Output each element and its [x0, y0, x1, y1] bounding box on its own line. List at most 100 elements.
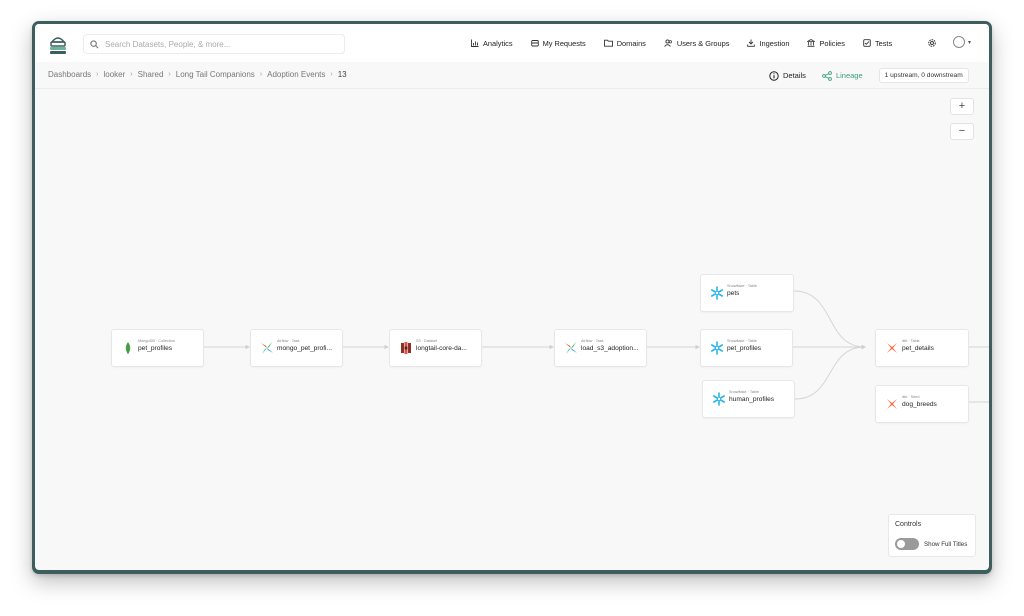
- chevron-down-icon: ▾: [968, 39, 972, 46]
- nav-domains[interactable]: Domains: [603, 38, 646, 48]
- node-name: dog_breeds: [902, 401, 937, 408]
- analytics-icon: [471, 39, 479, 47]
- node-type-label: Airflow · Task: [277, 339, 300, 343]
- snowflake-icon: [710, 286, 723, 300]
- node-type-label: Airflow · Task: [581, 339, 604, 343]
- lineage-node-dbt-dog-breeds[interactable]: dbt · Seed dog_breeds: [875, 385, 969, 423]
- toggle-knob: [897, 540, 905, 548]
- chevron-right-icon: ›: [330, 71, 333, 78]
- lineage-canvas[interactable]: MongoDB · Collection pet_profiles Airflo…: [35, 89, 989, 570]
- airflow-pinwheel-icon: [261, 342, 273, 354]
- breadcrumb-item-current: 13: [337, 70, 347, 79]
- node-name: pet_profiles: [138, 345, 173, 352]
- lineage-controls-panel: Controls Show Full Titles: [888, 514, 976, 557]
- breadcrumb-item-adoption-events[interactable]: Adoption Events: [267, 70, 325, 79]
- lineage-node-snowflake-pet-profiles[interactable]: Snowflake · Table pet_profiles: [700, 329, 793, 367]
- node-name: pet_profiles: [727, 345, 762, 352]
- lineage-node-dbt-pet-details[interactable]: dbt · Table pet_details: [875, 329, 969, 367]
- breadcrumb: Dashboards › looker › Shared › Long Tail…: [48, 70, 347, 79]
- nav-my-requests[interactable]: My Requests: [530, 38, 586, 48]
- breadcrumb-item-looker[interactable]: looker: [103, 70, 125, 79]
- node-type-label: Snowflake · Table: [727, 284, 757, 288]
- search-bar[interactable]: [83, 34, 345, 54]
- node-type-label: S3 · Dataset: [416, 339, 438, 343]
- node-type-label: Snowflake · Table: [729, 390, 759, 394]
- dbt-logo-icon: [887, 399, 897, 409]
- airflow-pinwheel-icon: [565, 342, 577, 354]
- node-type-label: MongoDB · Collection: [138, 339, 175, 343]
- nav-my-requests-label: My Requests: [542, 38, 586, 48]
- nav-tests[interactable]: Tests: [863, 39, 892, 48]
- node-name: load_s3_adoption...: [581, 345, 639, 352]
- app-window-frame: Analytics My Requests Domains Users & Gr…: [32, 21, 992, 574]
- lineage-node-s3-longtail-core[interactable]: S3 · Dataset longtail-core-da...: [389, 329, 482, 367]
- lineage-node-mongodb-pet-profiles[interactable]: MongoDB · Collection pet_profiles: [111, 329, 204, 367]
- app-screen: Analytics My Requests Domains Users & Gr…: [35, 24, 989, 570]
- aws-s3-bucket-icon: [401, 342, 411, 354]
- avatar: [953, 36, 965, 48]
- lineage-icon: [822, 70, 832, 81]
- mongodb-leaf-icon: [125, 342, 131, 354]
- edge-n5-n8: [793, 290, 866, 350]
- chevron-right-icon: ›: [259, 71, 263, 78]
- requests-icon: [530, 40, 539, 47]
- nav-ingestion-label: Ingestion: [759, 38, 790, 48]
- top-navigation: Analytics My Requests Domains Users & Gr…: [35, 24, 989, 62]
- details-tab[interactable]: Details: [769, 70, 806, 81]
- main-menu: Analytics My Requests Domains Users & Gr…: [471, 24, 910, 62]
- settings-gear-icon[interactable]: [927, 38, 937, 48]
- breadcrumb-item-shared[interactable]: Shared: [138, 70, 164, 79]
- breadcrumb-item-long-tail-companions[interactable]: Long Tail Companions: [176, 70, 255, 79]
- nav-domains-label: Domains: [616, 38, 646, 48]
- nav-users-groups-label: Users & Groups: [676, 38, 730, 48]
- lineage-tab[interactable]: Lineage: [822, 70, 863, 81]
- snowflake-icon: [710, 341, 723, 355]
- chevron-right-icon: ›: [96, 71, 99, 78]
- show-full-titles-label: Show Full Titles: [924, 541, 968, 548]
- tests-icon: [863, 39, 871, 47]
- node-name: longtail-core-da...: [416, 345, 467, 352]
- datahub-logo-icon[interactable]: [48, 33, 68, 55]
- lineage-tab-label: Lineage: [835, 71, 863, 80]
- chevron-right-icon: ›: [130, 71, 133, 78]
- upstream-downstream-count: 1 upstream, 0 downstream: [878, 68, 969, 83]
- chevron-right-icon: ›: [168, 71, 171, 78]
- folder-icon: [603, 39, 613, 47]
- node-name: mongo_pet_profi...: [277, 345, 332, 352]
- node-type-label: dbt · Seed: [902, 395, 920, 399]
- lineage-node-airflow-mongo-pet-profiles[interactable]: Airflow · Task mongo_pet_profi...: [250, 329, 343, 367]
- show-full-titles-toggle[interactable]: [895, 538, 919, 550]
- nav-analytics[interactable]: Analytics: [471, 39, 513, 48]
- lineage-node-snowflake-pets[interactable]: Snowflake · Table pets: [700, 274, 794, 312]
- nav-tests-label: Tests: [874, 38, 893, 48]
- user-menu[interactable]: ▾: [953, 36, 971, 48]
- node-name: pet_details: [902, 345, 934, 352]
- node-type-label: dbt · Table: [902, 339, 920, 343]
- details-tab-label: Details: [783, 71, 806, 80]
- nav-analytics-label: Analytics: [483, 38, 513, 48]
- info-icon: [769, 70, 779, 81]
- search-input[interactable]: [103, 38, 337, 50]
- breadcrumb-item-dashboards[interactable]: Dashboards: [48, 70, 91, 79]
- nav-policies-label: Policies: [819, 38, 845, 48]
- ingestion-icon: [747, 39, 756, 47]
- bank-icon: [807, 39, 816, 47]
- zoom-in-button[interactable]: +: [950, 98, 974, 115]
- node-name: pets: [727, 290, 740, 297]
- controls-title: Controls: [895, 521, 922, 528]
- view-toggle: Details Lineage 1 upstream, 0 downstream: [769, 68, 969, 83]
- node-name: human_profiles: [729, 396, 775, 403]
- nav-users-groups[interactable]: Users & Groups: [664, 38, 730, 48]
- node-type-label: Snowflake · Table: [727, 339, 757, 343]
- lineage-node-snowflake-human-profiles[interactable]: Snowflake · Table human_profiles: [702, 380, 795, 418]
- snowflake-icon: [712, 392, 725, 406]
- nav-ingestion[interactable]: Ingestion: [747, 39, 789, 48]
- edge-n7-n8: [794, 344, 866, 400]
- search-icon: [90, 39, 99, 48]
- nav-policies[interactable]: Policies: [807, 38, 845, 48]
- zoom-out-button[interactable]: −: [950, 123, 974, 140]
- dbt-logo-icon: [887, 343, 897, 353]
- users-icon: [664, 39, 672, 47]
- entity-header-bar: Dashboards › looker › Shared › Long Tail…: [35, 62, 989, 89]
- lineage-node-airflow-load-s3-adoption[interactable]: Airflow · Task load_s3_adoption...: [554, 329, 647, 367]
